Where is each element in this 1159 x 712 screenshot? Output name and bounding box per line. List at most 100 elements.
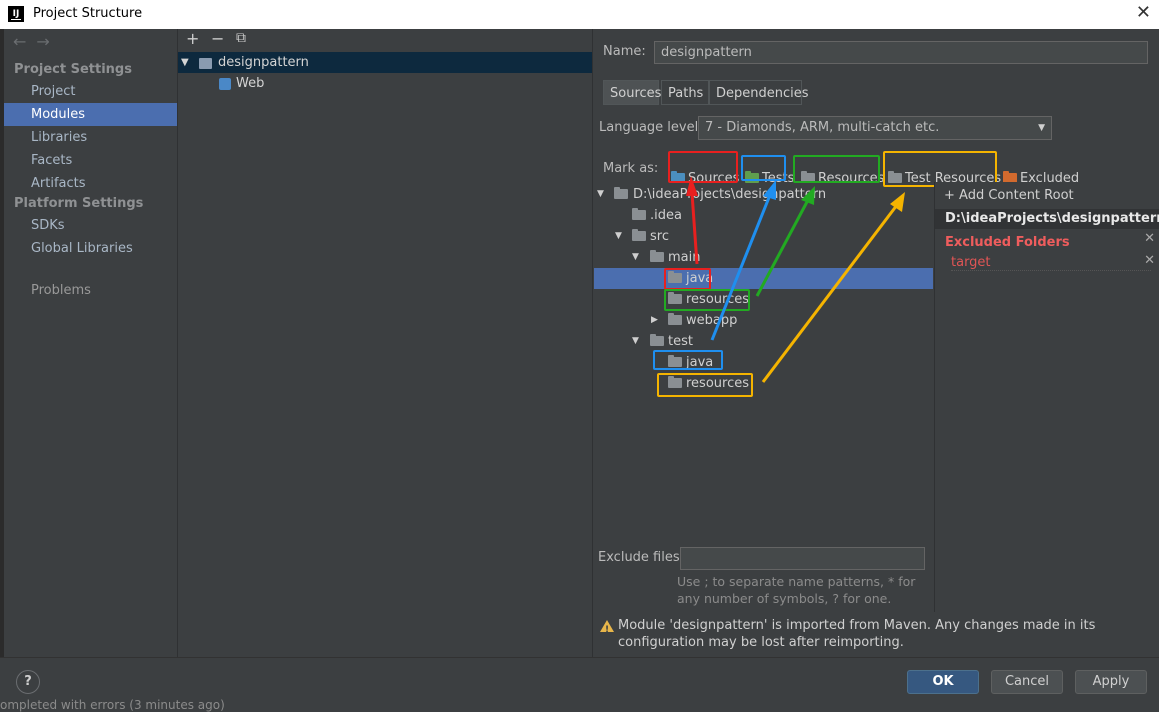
excluded-folder-label: target [951,255,991,270]
tree-label: src [650,229,669,244]
tree-row-test-java[interactable]: java [594,352,933,373]
language-level-label: Language level: [599,120,703,135]
folder-icon [650,334,664,346]
tab-paths[interactable]: Paths [661,80,709,105]
mark-as-label: Mark as: [603,161,659,176]
chevron-down-icon: ▼ [1038,123,1045,133]
tree-label: resources [686,292,750,307]
tree-row-idea[interactable]: .idea [594,205,933,226]
sidebar-item-modules[interactable]: Modules [4,103,177,126]
expand-arrow-icon[interactable]: ▶ [651,310,658,331]
sidebar-item-artifacts[interactable]: Artifacts [4,172,177,195]
title-bar: IJ Project Structure ✕ [0,0,1159,29]
warning-text: Module 'designpattern' is imported from … [618,618,1096,650]
maven-warning: Module 'designpattern' is imported from … [600,617,1145,651]
tree-label: java [686,271,714,286]
excluded-folder-item[interactable]: target [951,255,1151,271]
content-roots-panel: + Add Content Root D:\ideaProjects\desig… [934,182,1159,612]
sidebar-item-libraries[interactable]: Libraries [4,126,177,149]
expand-arrow-icon[interactable]: ▼ [181,52,189,73]
web-facet-icon [219,78,231,90]
copy-module-icon[interactable]: ⧉ [236,30,246,46]
tree-label: .idea [650,208,682,223]
tree-row-webapp[interactable]: ▶ webapp [594,310,933,331]
tree-row-test[interactable]: ▼ test [594,331,933,352]
sidebar-item-facets[interactable]: Facets [4,149,177,172]
sidebar-item-project[interactable]: Project [4,80,177,103]
forward-arrow-icon[interactable]: → [36,32,49,51]
expand-arrow-icon[interactable]: ▼ [597,184,604,205]
tree-label: resources [686,376,750,391]
tree-row-main-java[interactable]: java [594,268,933,289]
tree-row-src[interactable]: ▼ src [594,226,933,247]
modules-toolbar: + − ⧉ [178,29,592,51]
content-root-path[interactable]: D:\ideaProjects\designpattern ✕ [935,209,1159,246]
tree-label: D:\ideaProjects\designpattern [633,187,827,202]
apply-button[interactable]: Apply [1075,670,1147,694]
modules-panel: + − ⧉ ▼ designpattern Web [177,29,593,657]
folder-icon [632,229,646,241]
exclude-files-hint: Use ; to separate name patterns, * for a… [677,574,916,606]
module-row-designpattern[interactable]: ▼ designpattern [178,52,592,73]
language-level-select[interactable]: 7 - Diamonds, ARM, multi-catch etc. ▼ [698,116,1052,140]
background-status-text: ompleted with errors (3 minutes ago) [0,698,225,712]
tree-row-main[interactable]: ▼ main [594,247,933,268]
content-tree: ▼ D:\ideaProjects\designpattern .idea ▼ … [594,182,933,542]
add-content-root-label: Add Content Root [959,188,1074,203]
remove-root-icon[interactable]: ✕ [1144,229,1155,249]
add-module-icon[interactable]: + [186,29,199,48]
tree-row-test-resources[interactable]: resources [594,373,933,394]
dialog-footer: ? OK Cancel Apply ompleted with errors (… [0,657,1159,712]
exclude-files-input[interactable] [680,547,925,570]
folder-icon [668,355,682,367]
sidebar-item-problems[interactable]: Problems [4,279,177,302]
nav-arrows: ← → [13,32,60,51]
content-root-label: D:\ideaProjects\designpattern [945,211,1159,226]
tree-label: test [668,334,693,349]
language-level-value: 7 - Diamonds, ARM, multi-catch etc. [705,120,940,135]
cancel-button[interactable]: Cancel [991,670,1063,694]
folder-icon [650,250,664,262]
module-name-field[interactable]: designpattern [654,41,1148,64]
tree-label: webapp [686,313,738,328]
back-arrow-icon[interactable]: ← [13,32,26,51]
tab-sources[interactable]: Sources [603,80,661,105]
exclude-files-label: Exclude files: [598,550,685,565]
folder-icon [668,292,682,304]
sidebar-item-sdks[interactable]: SDKs [4,214,177,237]
remove-module-icon[interactable]: − [211,29,224,48]
sidebar-item-global-libraries[interactable]: Global Libraries [4,237,177,260]
expand-arrow-icon[interactable]: ▼ [632,331,639,352]
expand-arrow-icon[interactable]: ▼ [632,247,639,268]
folder-icon [668,376,682,388]
project-settings-heading: Project Settings [14,62,132,77]
facet-name: Web [236,76,265,91]
folder-icon [668,313,682,325]
ok-button[interactable]: OK [907,670,979,694]
expand-arrow-icon[interactable]: ▼ [615,226,622,247]
warning-icon [600,620,614,639]
tree-row-main-resources[interactable]: resources [594,289,933,310]
module-row-web[interactable]: Web [178,73,592,94]
intellij-icon: IJ [8,6,24,22]
settings-sidebar: ← → Project Settings Project Modules Libr… [4,29,177,657]
excluded-folders-heading: Excluded Folders [945,235,1070,250]
help-button[interactable]: ? [16,670,40,694]
add-content-root-button[interactable]: + Add Content Root [944,188,1074,203]
platform-settings-heading: Platform Settings [14,196,144,211]
module-folder-icon [199,58,212,69]
folder-icon [632,208,646,220]
name-label: Name: [603,44,646,59]
tree-label: main [668,250,701,265]
tab-dependencies[interactable]: Dependencies [709,80,809,105]
remove-excluded-icon[interactable]: ✕ [1144,253,1155,268]
close-icon[interactable]: ✕ [1136,2,1151,23]
module-name: designpattern [218,55,309,70]
tree-label: java [686,355,714,370]
folder-icon [668,271,682,283]
plus-icon: + [944,188,960,203]
module-detail-panel: Name: designpattern Sources Paths Depend… [594,29,1159,657]
window-title: Project Structure [33,6,143,21]
tree-row-root[interactable]: ▼ D:\ideaProjects\designpattern [594,184,933,205]
folder-icon [614,187,628,199]
